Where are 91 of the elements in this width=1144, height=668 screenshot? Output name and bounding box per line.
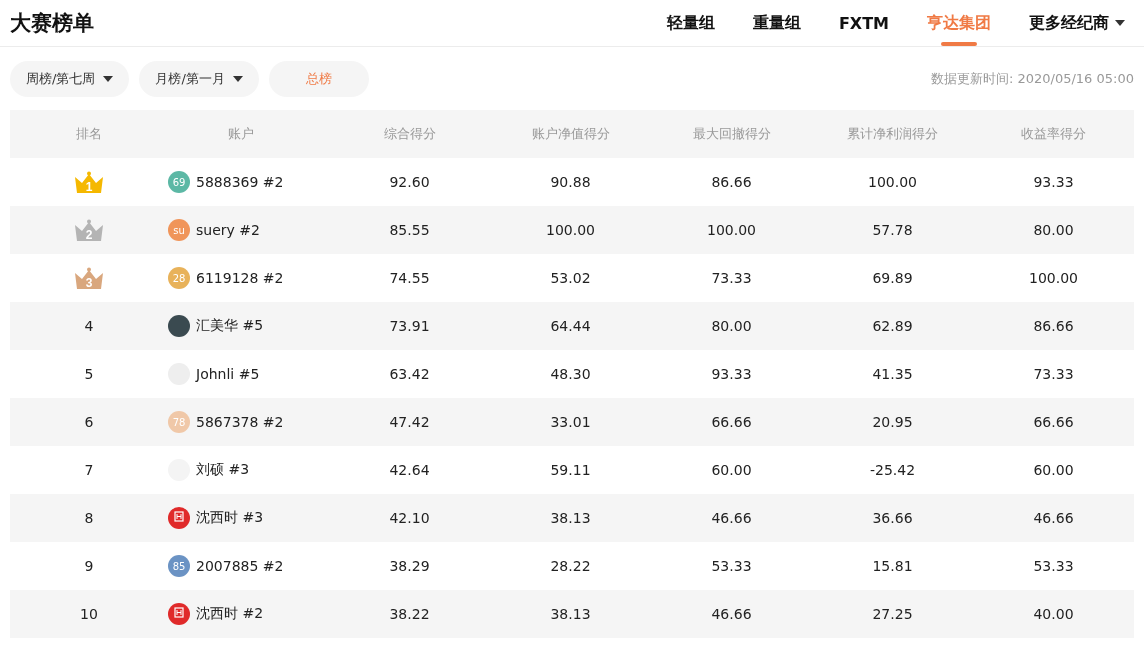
score-value: 38.29 bbox=[389, 558, 430, 574]
score-value: 73.91 bbox=[389, 318, 430, 334]
column-header: 综合得分 bbox=[382, 125, 437, 143]
score-value: 100.00 bbox=[1029, 270, 1078, 286]
update-time: 数据更新时间: 2020/05/16 05:00 bbox=[930, 70, 1134, 88]
score-value: 42.64 bbox=[389, 462, 430, 478]
ranking-filter[interactable]: 月榜/第一月 bbox=[139, 61, 259, 97]
ranking-filter[interactable]: 周榜/第七周 bbox=[10, 61, 130, 97]
score-value: 73.33 bbox=[1033, 366, 1074, 382]
rank-number: 4 bbox=[84, 318, 94, 334]
avatar: su bbox=[168, 219, 190, 241]
score-value: 62.89 bbox=[872, 318, 913, 334]
score-value: 60.00 bbox=[711, 462, 752, 478]
broker-tab[interactable]: 更多经纪商 bbox=[1010, 0, 1144, 46]
score-value: 46.66 bbox=[711, 510, 752, 526]
score-value: 66.66 bbox=[711, 414, 752, 430]
broker-tab[interactable]: FXTM bbox=[819, 0, 908, 46]
account-name: 5867378 #2 bbox=[196, 414, 284, 430]
score-value: 38.13 bbox=[550, 606, 591, 622]
rank-number: 8 bbox=[84, 510, 94, 526]
score-value: 73.33 bbox=[711, 270, 752, 286]
score-value: 93.33 bbox=[1033, 174, 1074, 190]
score-value: 100.00 bbox=[546, 222, 595, 238]
account-name: 沈西时 #3 bbox=[196, 509, 264, 527]
score-value: 33.01 bbox=[550, 414, 591, 430]
page-title: 大赛榜单 bbox=[10, 10, 94, 37]
score-value: 90.88 bbox=[550, 174, 591, 190]
column-header: 收益率得分 bbox=[1020, 125, 1087, 143]
crown-icon: 3 bbox=[74, 267, 104, 289]
account-name: 6119128 #2 bbox=[196, 270, 284, 286]
score-value: 66.66 bbox=[1033, 414, 1074, 430]
score-value: 40.00 bbox=[1033, 606, 1074, 622]
account-name: 汇美华 #5 bbox=[196, 317, 264, 335]
score-value: 53.33 bbox=[1033, 558, 1074, 574]
score-value: 38.13 bbox=[550, 510, 591, 526]
broker-tab[interactable]: 重量组 bbox=[733, 0, 820, 46]
crown-icon: 1 bbox=[74, 171, 104, 193]
score-value: -25.42 bbox=[869, 462, 916, 478]
account-name: 沈西时 #2 bbox=[196, 605, 264, 623]
column-header: 最大回撤得分 bbox=[691, 125, 772, 143]
score-value: 63.42 bbox=[389, 366, 430, 382]
broker-tab[interactable]: 轻量组 bbox=[647, 0, 734, 46]
account-name: Johnli #5 bbox=[196, 366, 260, 382]
score-value: 46.66 bbox=[711, 606, 752, 622]
score-value: 53.33 bbox=[711, 558, 752, 574]
rank-number: 5 bbox=[84, 366, 94, 382]
score-value: 92.60 bbox=[389, 174, 430, 190]
avatar: 78 bbox=[168, 411, 190, 433]
score-value: 41.35 bbox=[872, 366, 913, 382]
score-value: 53.02 bbox=[550, 270, 591, 286]
avatar: 69 bbox=[168, 171, 190, 193]
score-value: 80.00 bbox=[1033, 222, 1074, 238]
score-value: 100.00 bbox=[868, 174, 917, 190]
score-value: 47.42 bbox=[389, 414, 430, 430]
avatar: 85 bbox=[168, 555, 190, 577]
avatar: 28 bbox=[168, 267, 190, 289]
score-value: 80.00 bbox=[711, 318, 752, 334]
score-value: 100.00 bbox=[707, 222, 756, 238]
rank-number: 9 bbox=[84, 558, 94, 574]
account-name: suery #2 bbox=[196, 222, 260, 238]
account-name: 5888369 #2 bbox=[196, 174, 284, 190]
rank-number: 6 bbox=[84, 414, 94, 430]
crown-icon: 2 bbox=[74, 219, 104, 241]
column-header: 排名 bbox=[75, 125, 103, 143]
score-value: 57.78 bbox=[872, 222, 913, 238]
score-value: 46.66 bbox=[1033, 510, 1074, 526]
score-value: 59.11 bbox=[550, 462, 591, 478]
score-value: 42.10 bbox=[389, 510, 430, 526]
score-value: 86.66 bbox=[1033, 318, 1074, 334]
account-name: 刘硕 #3 bbox=[196, 461, 250, 479]
score-value: 60.00 bbox=[1033, 462, 1074, 478]
score-value: 93.33 bbox=[711, 366, 752, 382]
score-value: 69.89 bbox=[872, 270, 913, 286]
column-header: 账户净值得分 bbox=[530, 125, 611, 143]
score-value: 27.25 bbox=[872, 606, 913, 622]
score-value: 85.55 bbox=[389, 222, 430, 238]
score-value: 48.30 bbox=[550, 366, 591, 382]
tab-underline bbox=[941, 42, 977, 46]
account-name: 2007885 #2 bbox=[196, 558, 284, 574]
score-value: 36.66 bbox=[872, 510, 913, 526]
score-value: 28.22 bbox=[550, 558, 591, 574]
rank-number: 10 bbox=[80, 606, 98, 622]
score-value: 20.95 bbox=[872, 414, 913, 430]
score-value: 38.22 bbox=[389, 606, 430, 622]
column-header: 累计净利润得分 bbox=[846, 125, 939, 143]
score-value: 15.81 bbox=[872, 558, 913, 574]
rank-number: 7 bbox=[84, 462, 94, 478]
score-value: 74.55 bbox=[389, 270, 430, 286]
column-header: 账户 bbox=[227, 125, 255, 143]
score-value: 64.44 bbox=[550, 318, 591, 334]
score-value: 86.66 bbox=[711, 174, 752, 190]
